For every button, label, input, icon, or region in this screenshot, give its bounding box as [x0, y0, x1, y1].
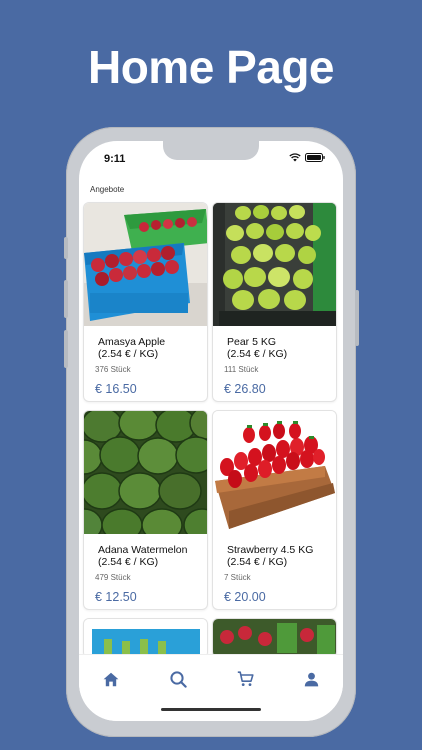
product-price: € 20.00 — [224, 590, 266, 604]
product-image-pears — [213, 203, 336, 326]
product-image-partial — [84, 619, 207, 657]
wifi-icon — [289, 153, 301, 162]
phone-power-button — [355, 290, 359, 346]
tab-profile[interactable] — [297, 665, 325, 693]
tab-search[interactable] — [164, 665, 192, 693]
product-price: € 26.80 — [224, 382, 266, 396]
product-name: Pear 5 KG (2.54 € / KG) — [227, 336, 288, 360]
product-card[interactable] — [83, 618, 208, 658]
tab-home[interactable] — [97, 665, 125, 693]
tab-cart[interactable] — [231, 665, 259, 693]
status-time: 9:11 — [104, 153, 126, 165]
section-label-offers: Angebote — [90, 185, 125, 194]
phone-volume-up — [64, 280, 68, 318]
product-price: € 12.50 — [95, 590, 137, 604]
product-image-partial — [213, 619, 336, 657]
product-card[interactable]: Pear 5 KG (2.54 € / KG) 111 Stück € 26.80 — [212, 202, 337, 402]
search-icon — [169, 670, 187, 688]
product-stock: 479 Stück — [95, 573, 131, 582]
product-image-strawberries — [213, 411, 336, 534]
product-name: Amasya Apple (2.54 € / KG) — [98, 336, 166, 360]
product-card[interactable]: Amasya Apple (2.54 € / KG) 376 Stück € 16… — [83, 202, 208, 402]
product-image-watermelons — [84, 411, 207, 534]
home-indicator — [161, 708, 261, 711]
home-icon — [103, 672, 119, 686]
phone-volume-down — [64, 330, 68, 368]
product-card[interactable]: Adana Watermelon (2.54 € / KG) 479 Stück … — [83, 410, 208, 610]
product-image-apples — [84, 203, 207, 326]
product-card[interactable] — [212, 618, 337, 658]
product-stock: 111 Stück — [224, 365, 259, 374]
battery-icon — [305, 153, 325, 162]
notch — [163, 141, 259, 160]
profile-icon — [304, 672, 318, 686]
product-stock: 7 Stück — [224, 573, 251, 582]
phone-side-button — [64, 237, 68, 259]
headline: Home Page — [87, 41, 335, 93]
product-stock: 376 Stück — [95, 365, 131, 374]
product-name: Strawberry 4.5 KG (2.54 € / KG) — [227, 544, 314, 568]
app-screen: 9:11 Angebote Amasya Apple (2.54 € / KG)… — [79, 141, 343, 721]
product-price: € 16.50 — [95, 382, 137, 396]
product-card[interactable]: Strawberry 4.5 KG (2.54 € / KG) 7 Stück €… — [212, 410, 337, 610]
product-name: Adana Watermelon (2.54 € / KG) — [98, 544, 188, 568]
status-icons — [289, 153, 325, 162]
cart-icon — [237, 671, 254, 686]
